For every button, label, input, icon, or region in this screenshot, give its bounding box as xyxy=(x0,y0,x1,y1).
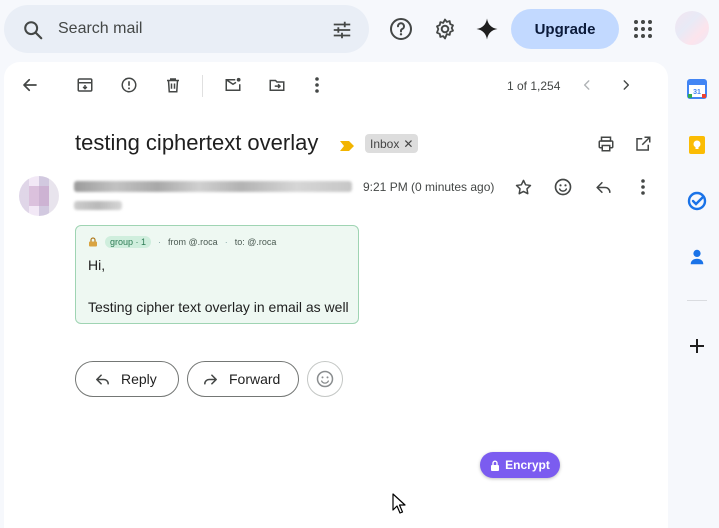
reply-icon xyxy=(96,373,109,385)
search-input[interactable]: Search mail xyxy=(58,20,142,38)
recipient-redacted xyxy=(74,201,122,210)
svg-text:31: 31 xyxy=(693,89,701,96)
overlay-meta: group · 1 · from @.roca · to: @.roca xyxy=(88,236,276,248)
forward-icon xyxy=(204,373,217,385)
rail-divider xyxy=(687,300,707,301)
tune-icon[interactable] xyxy=(331,19,353,41)
reply-label: Reply xyxy=(121,371,157,387)
emoji-icon[interactable] xyxy=(552,176,574,198)
toolbar-divider xyxy=(202,75,203,97)
report-spam-icon[interactable] xyxy=(117,73,141,97)
contacts-icon[interactable] xyxy=(686,246,708,268)
pager-text: 1 of 1,254 xyxy=(507,79,561,93)
search-icon[interactable] xyxy=(22,19,44,41)
message-body-line: Hi, xyxy=(88,257,106,273)
search-bar[interactable]: Search mail xyxy=(4,5,369,53)
sender-avatar[interactable] xyxy=(19,176,59,216)
back-icon[interactable] xyxy=(18,73,42,97)
print-icon[interactable] xyxy=(595,133,617,155)
email-subject: testing ciphertext overlay xyxy=(75,130,319,155)
help-icon[interactable] xyxy=(388,16,414,42)
message-time: 9:21 PM (0 minutes ago) xyxy=(363,180,495,194)
apps-icon[interactable] xyxy=(630,16,656,42)
message-view: 1 of 1,254 testing ciphertext overlay In… xyxy=(4,62,668,528)
move-to-icon[interactable] xyxy=(265,73,289,97)
reply-button[interactable]: Reply xyxy=(75,361,179,397)
separator-dot: · xyxy=(158,237,162,247)
remove-label-icon[interactable]: ✕ xyxy=(403,138,413,150)
account-avatar[interactable] xyxy=(675,11,709,45)
calendar-icon[interactable]: 31 xyxy=(686,78,708,100)
tasks-icon[interactable] xyxy=(686,190,708,212)
overlay-to: to: @.roca xyxy=(234,237,277,247)
next-icon[interactable] xyxy=(614,73,638,97)
prev-icon[interactable] xyxy=(575,73,599,97)
star-icon[interactable] xyxy=(512,176,534,198)
add-icon[interactable] xyxy=(686,335,708,357)
message-more-icon[interactable] xyxy=(632,176,654,198)
delete-icon[interactable] xyxy=(161,73,185,97)
group-badge: group · 1 xyxy=(105,236,152,248)
label-chip-inbox[interactable]: Inbox ✕ xyxy=(365,134,419,153)
lock-icon xyxy=(491,460,500,471)
more-icon[interactable] xyxy=(305,73,329,97)
label-chip-text: Inbox xyxy=(370,136,400,151)
message-body-line: Testing cipher text overlay in email as … xyxy=(88,299,349,315)
important-marker-icon[interactable] xyxy=(340,138,354,156)
mark-unread-icon[interactable] xyxy=(221,73,245,97)
reply-icon[interactable] xyxy=(592,176,614,198)
encrypt-label: Encrypt xyxy=(505,458,550,472)
upgrade-button[interactable]: Upgrade xyxy=(511,9,619,49)
sender-name-redacted xyxy=(74,181,352,192)
separator-dot: · xyxy=(224,237,228,247)
encrypt-button[interactable]: Encrypt xyxy=(480,452,560,478)
open-new-window-icon[interactable] xyxy=(632,133,654,155)
lock-icon xyxy=(88,237,98,247)
mouse-cursor-icon xyxy=(392,493,406,514)
gemini-icon[interactable] xyxy=(474,16,500,42)
forward-label: Forward xyxy=(229,371,281,387)
gear-icon[interactable] xyxy=(432,16,458,42)
keep-icon[interactable] xyxy=(686,134,708,156)
forward-button[interactable]: Forward xyxy=(187,361,299,397)
emoji-icon xyxy=(316,370,334,388)
overlay-from: from @.roca xyxy=(168,237,218,247)
archive-icon[interactable] xyxy=(73,73,97,97)
decrypted-message-overlay: group · 1 · from @.roca · to: @.roca Hi,… xyxy=(75,225,359,324)
emoji-react-button[interactable] xyxy=(307,361,343,397)
